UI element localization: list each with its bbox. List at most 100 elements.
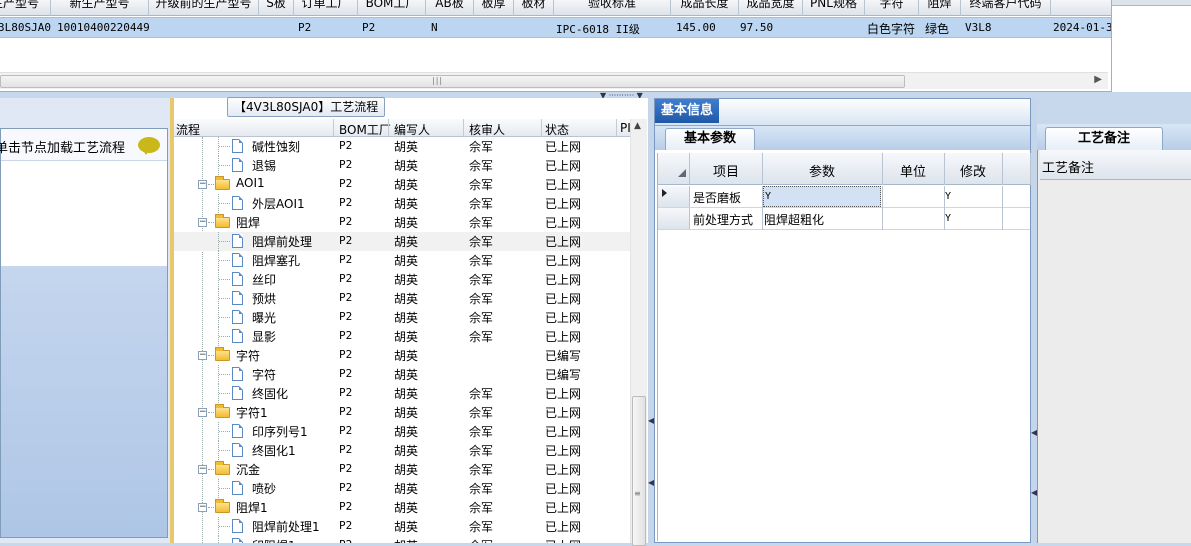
collapse-icon[interactable]: − bbox=[198, 408, 207, 417]
collapse-icon[interactable]: − bbox=[198, 218, 207, 227]
flow-tab-title[interactable]: 【4V3L80SJA0】工艺流程 bbox=[227, 97, 386, 117]
cell-param[interactable]: Y bbox=[765, 191, 771, 202]
vertical-scrollbar[interactable]: ▲ ≡ bbox=[630, 119, 647, 546]
list-item[interactable]: 丝印 P2 胡英 佘军 已上网 bbox=[174, 270, 630, 289]
col-header-s[interactable]: S板 bbox=[259, 0, 294, 16]
cell-writer: 胡英 bbox=[394, 520, 419, 534]
list-item[interactable]: − 字符 P2 胡英 已编写 bbox=[174, 346, 630, 365]
col-header-thickness[interactable]: 板厚 bbox=[474, 0, 514, 16]
list-item[interactable]: 预烘 P2 胡英 佘军 已上网 bbox=[174, 289, 630, 308]
flow-node-name: 阻焊塞孔 bbox=[252, 254, 301, 268]
folder-icon bbox=[215, 176, 230, 190]
list-item[interactable]: − 沉金 P2 胡英 佘军 已上网 bbox=[174, 460, 630, 479]
cell-status: 已上网 bbox=[545, 425, 582, 439]
list-item[interactable]: 喷砂 P2 胡英 佘军 已上网 bbox=[174, 479, 630, 498]
col-header-model[interactable]: 生产型号 bbox=[0, 0, 51, 16]
col-header-order-factory[interactable]: 订单工厂 bbox=[294, 0, 358, 16]
grip-icon: ||| bbox=[432, 76, 444, 85]
list-item[interactable]: 终固化1 P2 胡英 佘军 已上网 bbox=[174, 441, 630, 460]
list-item[interactable]: 阻焊塞孔 P2 胡英 佘军 已上网 bbox=[174, 251, 630, 270]
list-item[interactable]: − AOI1 P2 胡英 佘军 已上网 bbox=[174, 175, 630, 194]
col-header-item[interactable]: 项目 bbox=[690, 161, 762, 180]
list-item[interactable]: 阻焊前处理 P2 胡英 佘军 已上网 bbox=[174, 232, 630, 251]
col-header-standard[interactable]: 验收标准 bbox=[554, 0, 671, 16]
col-header-modify[interactable]: 修改 bbox=[944, 161, 1002, 180]
flow-node-name: 阻焊前处理1 bbox=[252, 520, 320, 534]
col-header-new-model[interactable]: 新生产型号 bbox=[51, 0, 149, 16]
col-header-length[interactable]: 成品长度 bbox=[671, 0, 739, 16]
tab-process-notes[interactable]: 工艺备注 bbox=[1045, 127, 1163, 150]
model-grid-header: 生产型号 新生产型号 升级前的生产型号 S板 订单工厂 BOM工厂 AB板 板厚… bbox=[0, 0, 1111, 16]
col-header-mask[interactable]: 阻焊 bbox=[919, 0, 961, 16]
col-header-reviewer[interactable]: 核审人 bbox=[469, 121, 505, 138]
list-item[interactable]: − 字符1 P2 胡英 佘军 已上网 bbox=[174, 403, 630, 422]
cell-bom: P2 bbox=[339, 177, 353, 190]
flow-node-name: 碱性蚀刻 bbox=[252, 140, 301, 154]
base-info-subtabs: 基本参数 bbox=[655, 126, 1030, 150]
list-item[interactable]: 字符 P2 胡英 已编写 bbox=[174, 365, 630, 384]
collapse-icon[interactable]: − bbox=[198, 503, 207, 512]
scrollbar-thumb[interactable] bbox=[632, 396, 646, 546]
process-notes-panel bbox=[1037, 124, 1191, 543]
node-panel: 单击节点加载工艺流程 bbox=[0, 128, 168, 538]
list-item[interactable]: 显影 P2 胡英 佘军 已上网 bbox=[174, 327, 630, 346]
cell-status: 已上网 bbox=[545, 178, 582, 192]
col-header-bom-factory[interactable]: BOM工厂 bbox=[358, 0, 426, 16]
cell-writer: 胡英 bbox=[394, 537, 418, 543]
list-item[interactable]: 曝光 P2 胡英 佘军 已上网 bbox=[174, 308, 630, 327]
selected-cell[interactable] bbox=[763, 186, 881, 207]
flow-node-name: 外层AOI1 bbox=[252, 197, 305, 211]
list-item[interactable]: 印序列号1 P2 胡英 佘军 已上网 bbox=[174, 422, 630, 441]
col-header-status[interactable]: 状态 bbox=[545, 121, 569, 138]
cell-writer: 胡英 bbox=[394, 178, 419, 192]
cell-status: 已上网 bbox=[545, 311, 582, 325]
list-item[interactable]: 退锡 P2 胡英 佘军 已上网 bbox=[174, 156, 630, 175]
horizontal-scrollbar[interactable]: ||| ▶ bbox=[0, 72, 1108, 89]
model-grid: 生产型号 新生产型号 升级前的生产型号 S板 订单工厂 BOM工厂 AB板 板厚… bbox=[0, 0, 1119, 92]
col-header-material[interactable]: 板材 bbox=[514, 0, 554, 16]
list-item[interactable]: 外层AOI1 P2 胡英 佘军 已上网 bbox=[174, 194, 630, 213]
scrollbar-thumb[interactable] bbox=[0, 75, 905, 88]
cell-modify[interactable]: Y bbox=[945, 191, 951, 202]
col-header-param[interactable]: 参数 bbox=[762, 161, 882, 180]
cell-bom: P2 bbox=[339, 139, 353, 152]
scroll-right-arrow-icon[interactable]: ▶ bbox=[1094, 74, 1102, 85]
col-header-writer[interactable]: 编写人 bbox=[394, 121, 430, 138]
list-item[interactable]: 终固化 P2 胡英 佘军 已上网 bbox=[174, 384, 630, 403]
cell-writer: 胡英 bbox=[394, 482, 419, 496]
tab-base-params[interactable]: 基本参数 bbox=[665, 128, 755, 150]
cell-width: 97.50 bbox=[740, 21, 774, 34]
col-header-unit[interactable]: 单位 bbox=[882, 161, 944, 180]
cell-modify[interactable]: Y bbox=[945, 213, 951, 224]
col-header-bom[interactable]: BOM工厂 bbox=[339, 121, 391, 138]
document-icon bbox=[232, 367, 243, 381]
list-item[interactable]: 印阻焊1 P2 胡英 佘军 已上网 bbox=[174, 536, 630, 543]
table-row[interactable]: 是否磨板 Y Y bbox=[658, 186, 1030, 208]
collapse-icon[interactable]: − bbox=[198, 351, 207, 360]
list-item[interactable]: 阻焊前处理1 P2 胡英 佘军 已上网 bbox=[174, 517, 630, 536]
col-header-ab[interactable]: AB板 bbox=[426, 0, 474, 16]
col-header-char[interactable]: 字符 bbox=[865, 0, 919, 16]
table-row[interactable]: 前处理方式 阻焊超粗化 Y bbox=[658, 208, 1030, 230]
list-item[interactable]: 碱性蚀刻 P2 胡英 佘军 已上网 bbox=[174, 137, 630, 156]
list-item[interactable]: − 阻焊 P2 胡英 佘军 已上网 bbox=[174, 213, 630, 232]
document-icon bbox=[232, 443, 243, 457]
scroll-up-arrow-icon[interactable]: ▲ bbox=[634, 121, 641, 131]
speech-bubble-icon[interactable] bbox=[138, 137, 160, 155]
folder-icon bbox=[215, 347, 230, 361]
col-header-cust-code[interactable]: 终端客户代码 bbox=[961, 0, 1051, 16]
cell-param[interactable]: 阻焊超粗化 bbox=[764, 211, 824, 228]
collapse-icon[interactable]: − bbox=[198, 465, 207, 474]
list-item[interactable]: − 阻焊1 P2 胡英 佘军 已上网 bbox=[174, 498, 630, 517]
cell-status: 已上网 bbox=[545, 159, 582, 173]
table-row[interactable]: 3L80SJA0 10010400220449 P2 P2 N IPC-6018… bbox=[0, 17, 1119, 38]
col-header-flow[interactable]: 流程 bbox=[176, 121, 200, 138]
col-header-width[interactable]: 成品宽度 bbox=[739, 0, 803, 16]
flow-tree: 碱性蚀刻 P2 胡英 佘军 已上网 退锡 P2 胡英 佘军 已上网 − AOI1 P2 胡英 佘军 已上网 外层… bbox=[174, 137, 630, 543]
col-header-pnl[interactable]: PNL规格 bbox=[803, 0, 865, 16]
col-header-old-model[interactable]: 升级前的生产型号 bbox=[149, 0, 259, 16]
cell-status: 已上网 bbox=[545, 387, 582, 401]
tab-base-info[interactable]: 基本信息 bbox=[655, 99, 719, 123]
document-icon bbox=[232, 329, 243, 343]
collapse-icon[interactable]: − bbox=[198, 180, 207, 189]
